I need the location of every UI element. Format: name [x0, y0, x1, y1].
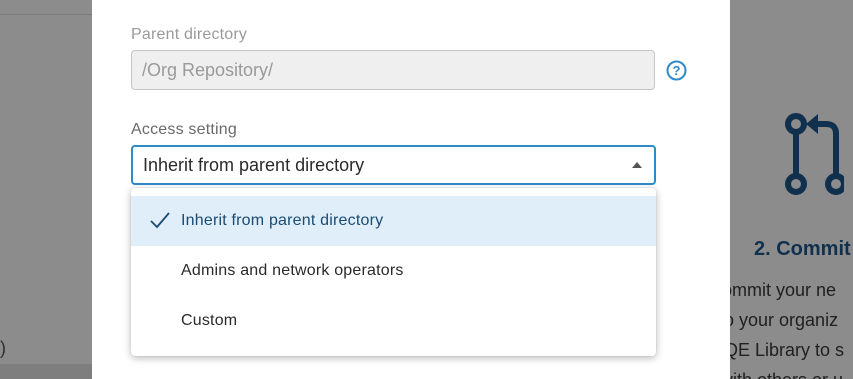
- help-circle-icon[interactable]: ?: [666, 60, 687, 81]
- access-setting-dropdown: Inherit from parent directory Admins and…: [131, 188, 656, 356]
- option-label: Custom: [181, 312, 238, 329]
- access-setting-selected-value: Inherit from parent directory: [143, 154, 365, 175]
- access-setting-select[interactable]: Inherit from parent directory: [131, 145, 656, 185]
- option-label: Admins and network operators: [181, 262, 404, 279]
- option-inherit-from-parent[interactable]: Inherit from parent directory: [131, 196, 656, 246]
- step-title: 2. Commit: [754, 238, 851, 260]
- option-custom[interactable]: Custom: [131, 296, 656, 346]
- step-description-line: ommit your ne: [730, 280, 837, 300]
- parent-directory-value: /Org Repository/: [142, 59, 274, 80]
- git-pull-request-icon: [785, 113, 844, 195]
- step-description-line: vith others or u: [730, 370, 843, 379]
- background-footer-bar: [0, 364, 92, 379]
- background-step-panel: 2. Commit ommit your ne o your organiz Q…: [730, 0, 853, 379]
- access-setting-label: Access setting: [131, 121, 237, 138]
- background-left-panel: [0, 0, 92, 379]
- background-divider: [0, 14, 92, 15]
- check-icon: [150, 212, 170, 229]
- step-description-line: o your organiz: [730, 310, 839, 330]
- option-label: Inherit from parent directory: [181, 212, 384, 229]
- svg-text:?: ?: [673, 63, 681, 78]
- background-left-text: ): [0, 338, 6, 358]
- parent-directory-label: Parent directory: [131, 26, 248, 43]
- step-description-line: QE Library to s: [730, 340, 845, 360]
- parent-directory-input: /Org Repository/: [131, 50, 655, 90]
- option-admins-and-network-operators[interactable]: Admins and network operators: [131, 246, 656, 296]
- caret-up-icon: [632, 162, 642, 168]
